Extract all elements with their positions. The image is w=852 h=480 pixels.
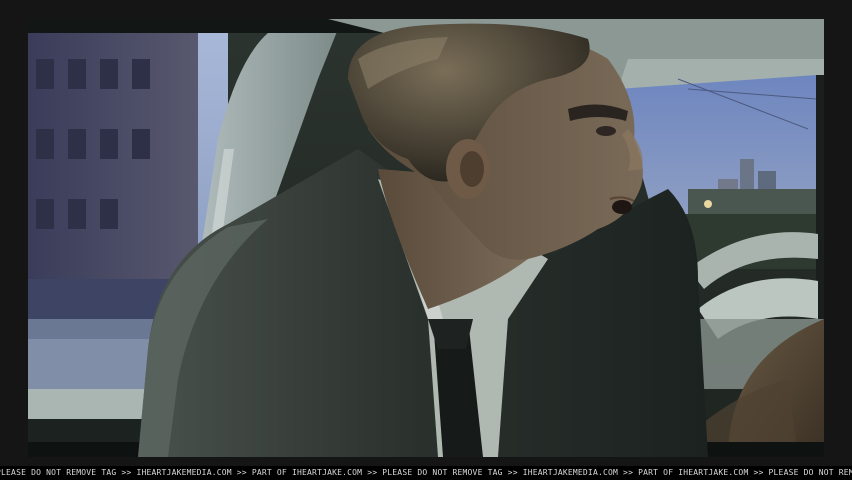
watermark-text: PLEASE DO NOT REMOVE TAG >> IHEARTJAKEME…: [0, 468, 852, 477]
video-frame-screenshot: PLEASE DO NOT REMOVE TAG >> IHEARTJAKEME…: [0, 0, 852, 480]
film-still: [28, 19, 824, 457]
scene-illustration: [28, 19, 824, 457]
watermark-strip: PLEASE DO NOT REMOVE TAG >> IHEARTJAKEME…: [0, 466, 852, 480]
